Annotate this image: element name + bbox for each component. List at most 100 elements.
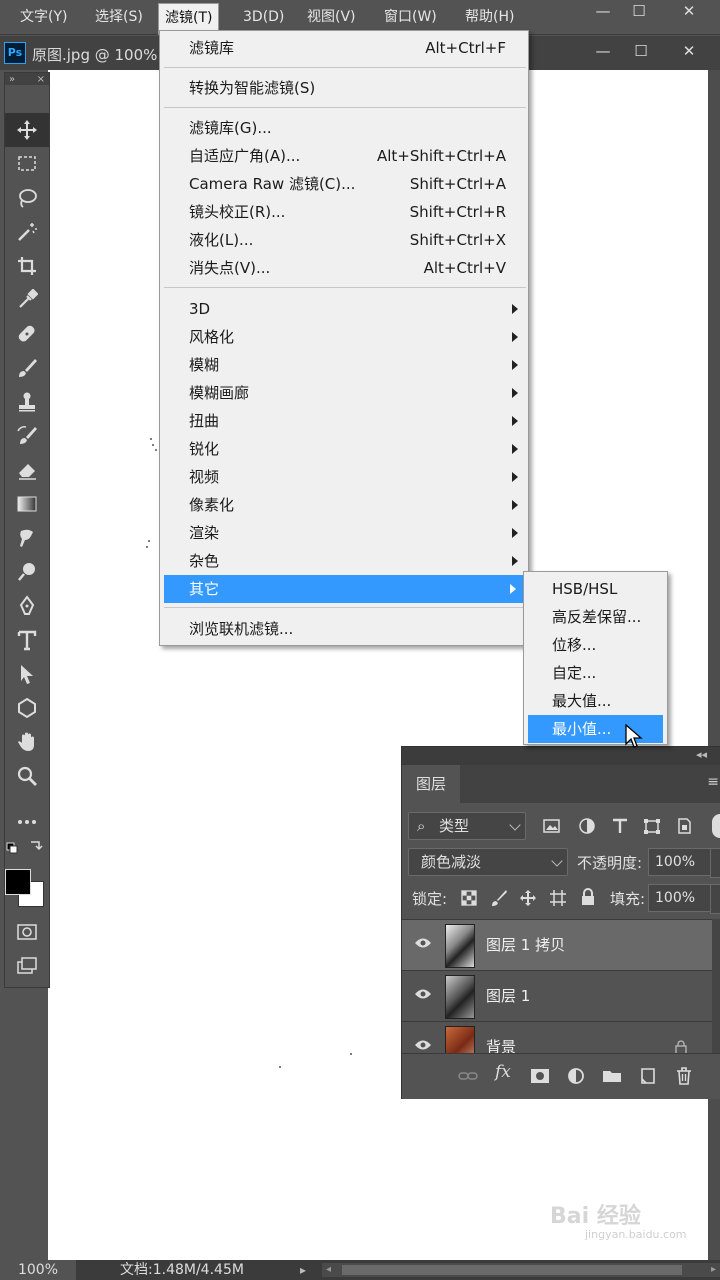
layer-name[interactable]: 图层 1 — [486, 985, 530, 1006]
filter-toggle-icon[interactable] — [712, 814, 720, 838]
zoom-level[interactable]: 100% — [0, 1260, 76, 1280]
scroll-left-icon[interactable]: ◂ — [326, 1263, 331, 1277]
menu-item-browse-filters-online[interactable]: 浏览联机滤镜... — [160, 615, 528, 643]
hand-tool-icon[interactable] — [5, 725, 49, 759]
doc-minimize-icon[interactable]: — — [590, 40, 616, 62]
add-mask-icon[interactable] — [530, 1066, 550, 1086]
shape-tool-icon[interactable] — [5, 691, 49, 725]
menu-view[interactable]: 视图(V) — [301, 0, 362, 34]
layers-panel-header[interactable]: ◂◂ — [402, 747, 720, 765]
smart-object-filter-icon[interactable] — [674, 817, 694, 835]
type-tool-icon[interactable] — [5, 623, 49, 657]
new-group-icon[interactable] — [602, 1066, 622, 1086]
menu-item-distort[interactable]: 扭曲 — [160, 407, 528, 435]
layer-row[interactable]: 背景 — [402, 1021, 720, 1054]
menu-window[interactable]: 窗口(W) — [378, 0, 443, 34]
menu-select[interactable]: 选择(S) — [89, 0, 149, 34]
menu-item-pixelate[interactable]: 像素化 — [160, 491, 528, 519]
swap-colors-icon[interactable] — [5, 839, 49, 857]
tools-panel-header[interactable]: » × — [5, 73, 49, 85]
magic-wand-tool-icon[interactable] — [5, 215, 49, 249]
crop-tool-icon[interactable] — [5, 249, 49, 283]
opacity-field[interactable]: 100% — [648, 848, 718, 876]
history-brush-tool-icon[interactable] — [5, 419, 49, 453]
more-tools-icon[interactable] — [5, 805, 49, 839]
eyedropper-tool-icon[interactable] — [5, 283, 49, 317]
eye-icon[interactable] — [414, 937, 432, 949]
tab-layers[interactable]: 图层 — [402, 765, 460, 803]
path-selection-tool-icon[interactable] — [5, 657, 49, 691]
layer-name[interactable]: 图层 1 拷贝 — [486, 934, 565, 955]
lock-position-icon[interactable] — [519, 889, 537, 907]
maximize-icon[interactable]: ☐ — [626, 0, 652, 22]
scroll-thumb[interactable] — [342, 1265, 682, 1275]
menu-item-stylize[interactable]: 风格化 — [160, 323, 528, 351]
document-info[interactable]: 文档:1.48M/4.45M — [120, 1260, 244, 1280]
eye-icon[interactable] — [414, 1039, 432, 1051]
menu-item-adaptive-wide-angle[interactable]: 自适应广角(A)... Alt+Shift+Ctrl+A — [160, 142, 528, 170]
layers-scrollbar[interactable] — [712, 919, 720, 1053]
doc-close-icon[interactable]: ✕ — [676, 40, 702, 62]
menu-item-convert-smart-filter[interactable]: 转换为智能滤镜(S) — [160, 74, 528, 102]
zoom-tool-icon[interactable] — [5, 759, 49, 793]
pen-tool-icon[interactable] — [5, 589, 49, 623]
menu-item-filter-gallery[interactable]: 滤镜库(G)... — [160, 114, 528, 142]
eye-icon[interactable] — [414, 988, 432, 1000]
document-title[interactable]: 原图.jpg @ 100% — [32, 44, 157, 65]
lock-artboard-icon[interactable] — [549, 889, 567, 907]
menu-item-camera-raw[interactable]: Camera Raw 滤镜(C)... Shift+Ctrl+A — [160, 170, 528, 198]
menu-3d[interactable]: 3D(D) — [237, 0, 290, 34]
lock-all-icon[interactable] — [579, 888, 597, 906]
submenu-item-high-pass[interactable]: 高反差保留... — [528, 603, 663, 631]
layer-name[interactable]: 背景 — [486, 1036, 516, 1054]
smudge-tool-icon[interactable] — [5, 521, 49, 555]
status-menu-arrow-icon[interactable]: ▸ — [300, 1260, 306, 1280]
minimize-icon[interactable]: — — [590, 0, 616, 22]
link-layers-icon[interactable] — [458, 1066, 478, 1086]
menu-item-video[interactable]: 视频 — [160, 463, 528, 491]
panel-close-icon[interactable]: × — [37, 74, 45, 85]
healing-brush-tool-icon[interactable] — [5, 317, 49, 351]
delete-layer-icon[interactable] — [674, 1066, 694, 1086]
fill-field[interactable]: 100% — [648, 884, 718, 912]
fx-layer-style-icon[interactable]: fx — [495, 1062, 515, 1082]
gradient-tool-icon[interactable] — [5, 487, 49, 521]
screen-mode-icon[interactable] — [5, 949, 49, 983]
fill-chevron-icon[interactable] — [710, 884, 720, 914]
marquee-tool-icon[interactable] — [5, 147, 49, 181]
quick-mask-icon[interactable] — [5, 915, 49, 949]
new-layer-icon[interactable] — [638, 1066, 658, 1086]
dodge-tool-icon[interactable] — [5, 555, 49, 589]
submenu-item-offset[interactable]: 位移... — [528, 631, 663, 659]
collapse-icon[interactable]: » — [9, 74, 15, 85]
menu-item-filter-gallery-last[interactable]: 滤镜库 Alt+Ctrl+F — [160, 34, 528, 62]
adjustment-layer-icon[interactable] — [566, 1066, 586, 1086]
shape-layer-filter-icon[interactable] — [642, 817, 662, 835]
menu-item-sharpen[interactable]: 锐化 — [160, 435, 528, 463]
lasso-tool-icon[interactable] — [5, 181, 49, 215]
clone-stamp-tool-icon[interactable] — [5, 385, 49, 419]
brush-tool-icon[interactable] — [5, 351, 49, 385]
menu-help[interactable]: 帮助(H) — [459, 0, 520, 34]
layer-row[interactable]: 图层 1 拷贝 — [402, 919, 712, 970]
layer-row[interactable]: 图层 1 — [402, 970, 720, 1021]
eraser-tool-icon[interactable] — [5, 453, 49, 487]
submenu-item-hsb-hsl[interactable]: HSB/HSL — [528, 575, 663, 603]
blend-mode-dropdown[interactable]: 颜色减淡 — [408, 848, 568, 876]
pixel-layer-filter-icon[interactable] — [542, 817, 562, 835]
menu-item-blur-gallery[interactable]: 模糊画廊 — [160, 379, 528, 407]
adjustment-layer-filter-icon[interactable] — [577, 817, 597, 835]
menu-item-lens-correction[interactable]: 镜头校正(R)... Shift+Ctrl+R — [160, 198, 528, 226]
move-tool-icon[interactable] — [5, 113, 49, 147]
close-icon[interactable]: ✕ — [676, 0, 702, 22]
submenu-item-maximum[interactable]: 最大值... — [528, 687, 663, 715]
panel-collapse-icon[interactable]: ◂◂ — [696, 748, 707, 761]
menu-item-vanishing-point[interactable]: 消失点(V)... Alt+Ctrl+V — [160, 254, 528, 282]
scroll-right-icon[interactable]: ▸ — [711, 1263, 716, 1277]
lock-image-pixels-icon[interactable] — [490, 889, 508, 907]
menu-item-other[interactable]: 其它 — [164, 575, 526, 603]
horizontal-scrollbar[interactable]: ◂ ▸ — [322, 1263, 720, 1277]
menu-item-liquify[interactable]: 液化(L)... Shift+Ctrl+X — [160, 226, 528, 254]
layer-filter-dropdown[interactable]: ⌕ 类型 — [408, 812, 526, 840]
menu-text[interactable]: 文字(Y) — [14, 0, 73, 34]
